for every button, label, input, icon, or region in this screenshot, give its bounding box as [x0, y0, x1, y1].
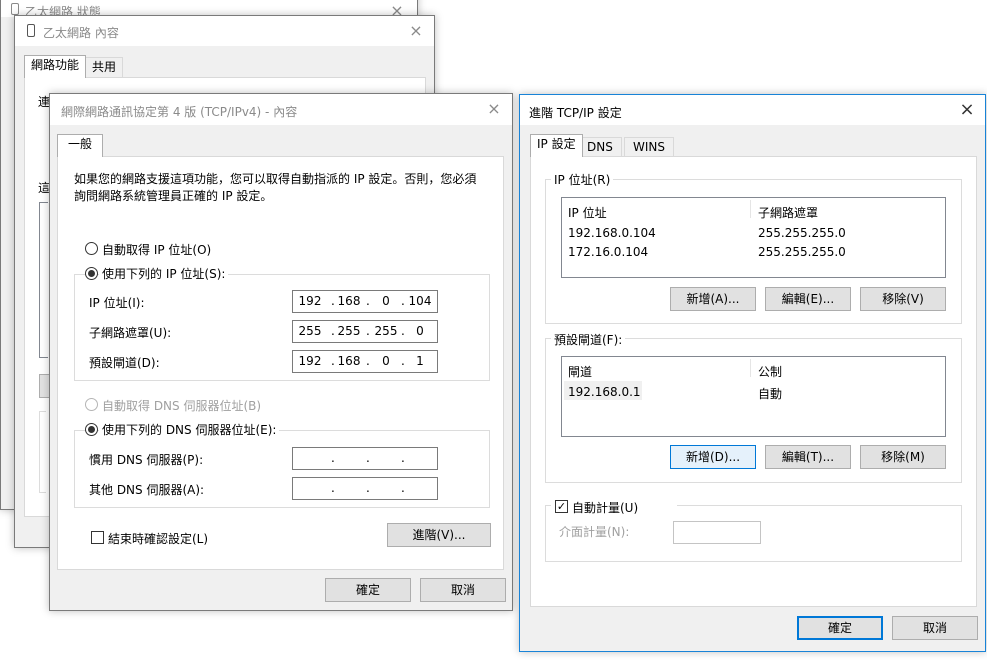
ip-row-0-ip[interactable]: 192.168.0.104 [568, 226, 656, 240]
ip-column-header[interactable]: IP 位址 [568, 204, 607, 221]
close-icon[interactable]: × [406, 21, 426, 41]
interface-metric-input[interactable] [673, 521, 761, 544]
close-icon[interactable]: × [957, 100, 977, 120]
alternate-dns-input[interactable]: . . . [292, 477, 438, 500]
gateway-list[interactable]: 閘道 公制 192.168.0.1 自動 [561, 356, 946, 437]
ipv4-body: 一般 如果您的網路支援這項功能，您可以取得自動指派的 IP 設定。否則，您必須詢… [50, 125, 512, 610]
advanced-button[interactable]: 進階(V)... [387, 523, 491, 547]
network-adapter-icon [27, 24, 35, 37]
gw-remove-button[interactable]: 移除(M) [860, 445, 946, 469]
ethernet-status-titlebar[interactable]: 乙太網路 狀態 × [1, 0, 417, 20]
interface-metric-label: 介面計量(N): [559, 525, 630, 539]
advanced-tcpip-window: 進階 TCP/IP 設定 × IP 設定 DNS WINS IP 位址(R) I… [519, 94, 986, 652]
description-group [39, 411, 46, 493]
default-gateway-label: 預設閘道(D): [89, 356, 160, 370]
ok-button[interactable]: 確定 [797, 616, 883, 640]
tab-general[interactable]: 一般 [57, 134, 104, 157]
cancel-button[interactable]: 取消 [892, 616, 978, 640]
ip-settings-tab-panel: IP 位址(R) IP 位址 子網路遮罩 192.168.0.104 255.2… [530, 156, 977, 607]
ip-add-button[interactable]: 新增(A)... [670, 287, 756, 311]
ip-address-input[interactable]: 192 . 168 . 0 . 104 [292, 290, 438, 313]
ipv4-properties-window: 網際網路通訊協定第 4 版 (TCP/IPv4) - 內容 × 一般 如果您的網… [49, 93, 513, 611]
gw-row-0-gateway[interactable]: 192.168.0.1 [568, 385, 641, 399]
components-list[interactable] [39, 202, 48, 358]
tab-dns[interactable]: DNS [578, 137, 622, 157]
subnet-column-header[interactable]: 子網路遮罩 [758, 204, 818, 221]
ethernet-properties-titlebar[interactable]: 乙太網路 內容 × [15, 16, 434, 46]
metric-column-header[interactable]: 公制 [758, 363, 782, 380]
use-dns-radio[interactable] [85, 423, 98, 436]
use-dns-label[interactable]: 使用下列的 DNS 伺服器位址(E): [99, 421, 280, 438]
ip-edit-button[interactable]: 編輯(E)... [765, 287, 851, 311]
auto-dns-radio[interactable] [85, 398, 98, 411]
ok-button[interactable]: 確定 [325, 578, 411, 602]
ip-remove-button[interactable]: 移除(V) [860, 287, 946, 311]
ip-row-1-ip[interactable]: 172.16.0.104 [568, 245, 648, 259]
auto-ip-radio[interactable] [85, 242, 98, 255]
gw-row-0-metric[interactable]: 自動 [758, 385, 782, 402]
alternate-dns-label: 其他 DNS 伺服器(A): [89, 483, 205, 497]
subnet-mask-input[interactable]: 255 . 255 . 255 . 0 [292, 320, 438, 343]
network-adapter-icon [11, 3, 19, 15]
preferred-dns-input[interactable]: . . . [292, 447, 438, 470]
general-tab-panel: 如果您的網路支援這項功能，您可以取得自動指派的 IP 設定。否則，您必須詢問網路… [57, 156, 504, 570]
subnet-mask-label: 子網路遮罩(U): [89, 326, 172, 340]
auto-metric-checkbox[interactable]: ✓ [555, 500, 568, 513]
description-text: 如果您的網路支援這項功能，您可以取得自動指派的 IP 設定。否則，您必須詢問網路… [74, 172, 477, 203]
use-ip-radio[interactable] [85, 267, 98, 280]
validate-label[interactable]: 結束時確認設定(L) [108, 530, 208, 547]
close-icon[interactable]: × [484, 99, 504, 119]
validate-checkbox[interactable] [91, 531, 104, 544]
gw-add-button[interactable]: 新增(D)... [670, 445, 756, 469]
ip-row-1-mask[interactable]: 255.255.255.0 [758, 245, 846, 259]
ok-button-bg[interactable] [29, 524, 49, 546]
default-gateway-input[interactable]: 192 . 168 . 0 . 1 [292, 350, 438, 373]
tab-wins[interactable]: WINS [624, 137, 674, 157]
ipv4-titlebar[interactable]: 網際網路通訊協定第 4 版 (TCP/IPv4) - 內容 × [50, 94, 512, 124]
auto-metric-label[interactable]: 自動計量(U) [572, 499, 638, 516]
advanced-body: IP 設定 DNS WINS IP 位址(R) IP 位址 子網路遮罩 192.… [520, 125, 985, 651]
tab-sharing[interactable]: 共用 [85, 57, 124, 77]
gw-edit-button[interactable]: 編輯(T)... [765, 445, 851, 469]
auto-ip-label[interactable]: 自動取得 IP 位址(O) [102, 241, 211, 258]
use-ip-label[interactable]: 使用下列的 IP 位址(S): [99, 265, 229, 282]
advanced-titlebar[interactable]: 進階 TCP/IP 設定 × [520, 95, 985, 125]
ip-address-group-label: IP 位址(R) [551, 171, 614, 188]
preferred-dns-label: 慣用 DNS 伺服器(P): [89, 453, 204, 467]
ip-address-label: IP 位址(I): [89, 296, 145, 310]
gateway-column-header[interactable]: 閘道 [568, 363, 592, 380]
cancel-button[interactable]: 取消 [420, 578, 506, 602]
gateway-group-label: 預設閘道(F): [551, 331, 626, 348]
ipv4-title: 網際網路通訊協定第 4 版 (TCP/IPv4) - 內容 [61, 105, 298, 119]
auto-dns-label[interactable]: 自動取得 DNS 伺服器位址(B) [102, 397, 261, 414]
ethernet-properties-title: 乙太網路 內容 [43, 26, 119, 40]
advanced-title: 進階 TCP/IP 設定 [529, 106, 622, 120]
ip-address-list[interactable]: IP 位址 子網路遮罩 192.168.0.104 255.255.255.0 … [561, 197, 946, 278]
tab-networking[interactable]: 網路功能 [24, 55, 87, 78]
tab-ip-settings[interactable]: IP 設定 [530, 134, 583, 157]
ip-row-0-mask[interactable]: 255.255.255.0 [758, 226, 846, 240]
